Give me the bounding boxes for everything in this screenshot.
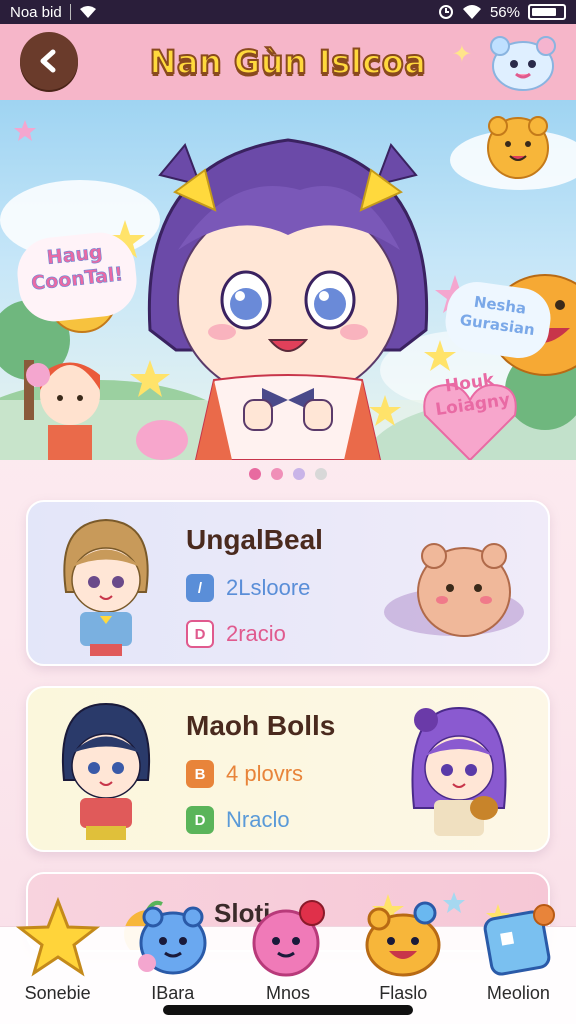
- blue-mascot-icon[interactable]: [486, 28, 560, 96]
- blue-box-icon: [484, 904, 556, 976]
- pager-dot[interactable]: [293, 468, 305, 480]
- avatar: [62, 702, 150, 840]
- card-info-row: / 2Lsloore: [186, 574, 310, 602]
- nav-label: Sonebie: [24, 983, 91, 1003]
- pager-dot[interactable]: [271, 468, 283, 480]
- status-bar: Noa bid 56%: [0, 0, 576, 24]
- wifi-icon: [79, 6, 96, 18]
- pager-dot[interactable]: [315, 468, 327, 480]
- carrier-text: Noa bid: [10, 3, 62, 21]
- blue-blob-icon: [137, 906, 207, 975]
- nav-item-sonebie[interactable]: Sonebie: [0, 897, 115, 1024]
- orange-monster-icon: [365, 901, 441, 977]
- hero-banner[interactable]: Haug CoonTal! Nesha Gurasian Houk Loiagn…: [0, 100, 576, 460]
- nav-label: IBara: [151, 983, 195, 1003]
- nav-item-meolion[interactable]: Meolion: [461, 904, 576, 1024]
- app-header: Nan Gùn Islcoa ✦: [0, 24, 576, 100]
- avatar: [63, 518, 149, 656]
- purple-girl-illustration: [411, 706, 507, 836]
- battery-text: 56%: [489, 3, 520, 21]
- signal-icon: [462, 5, 481, 19]
- star-icon: [15, 897, 100, 977]
- alarm-icon: [438, 5, 453, 19]
- pink-blob-icon: [252, 900, 325, 977]
- nav-label: Meolion: [486, 983, 550, 1003]
- blue-square-icon: /: [186, 574, 214, 602]
- battery-icon: [528, 4, 566, 20]
- sparkle-icon: ✦: [451, 40, 472, 68]
- chevron-left-icon: [40, 49, 56, 73]
- card-info-text: Nraclo: [226, 807, 290, 832]
- card-title: Maoh Bolls: [186, 710, 336, 741]
- card-info-text: 2Lsloore: [226, 575, 311, 600]
- back-button[interactable]: [20, 32, 78, 90]
- card-info-text: 2racio: [226, 621, 286, 646]
- page-title: Nan Gùn Islcoa: [149, 42, 427, 82]
- card-info-row: B 4 plovrs: [186, 760, 303, 788]
- list-item[interactable]: UngalBeal / 2Lsloore D 2racio: [26, 500, 550, 666]
- pink-square-icon: D: [186, 620, 214, 648]
- card-title: UngalBeal: [186, 524, 323, 555]
- orange-square-icon: B: [186, 760, 214, 788]
- list-item[interactable]: Maoh Bolls B 4 plovrs D Nraclo: [26, 686, 550, 852]
- divider: [69, 4, 71, 20]
- card-info-text: 4 plovrs: [226, 761, 304, 786]
- home-indicator[interactable]: [163, 1005, 413, 1015]
- nav-label: Mnos: [266, 983, 311, 1003]
- banner-pager: [0, 468, 576, 480]
- card-info-row: D Nraclo: [186, 806, 290, 834]
- card-info-row: D 2racio: [186, 620, 286, 648]
- nav-label: Flaslo: [379, 983, 428, 1003]
- bear-illustration: [384, 543, 524, 637]
- green-square-icon: D: [186, 806, 214, 834]
- pager-dot[interactable]: [249, 468, 261, 480]
